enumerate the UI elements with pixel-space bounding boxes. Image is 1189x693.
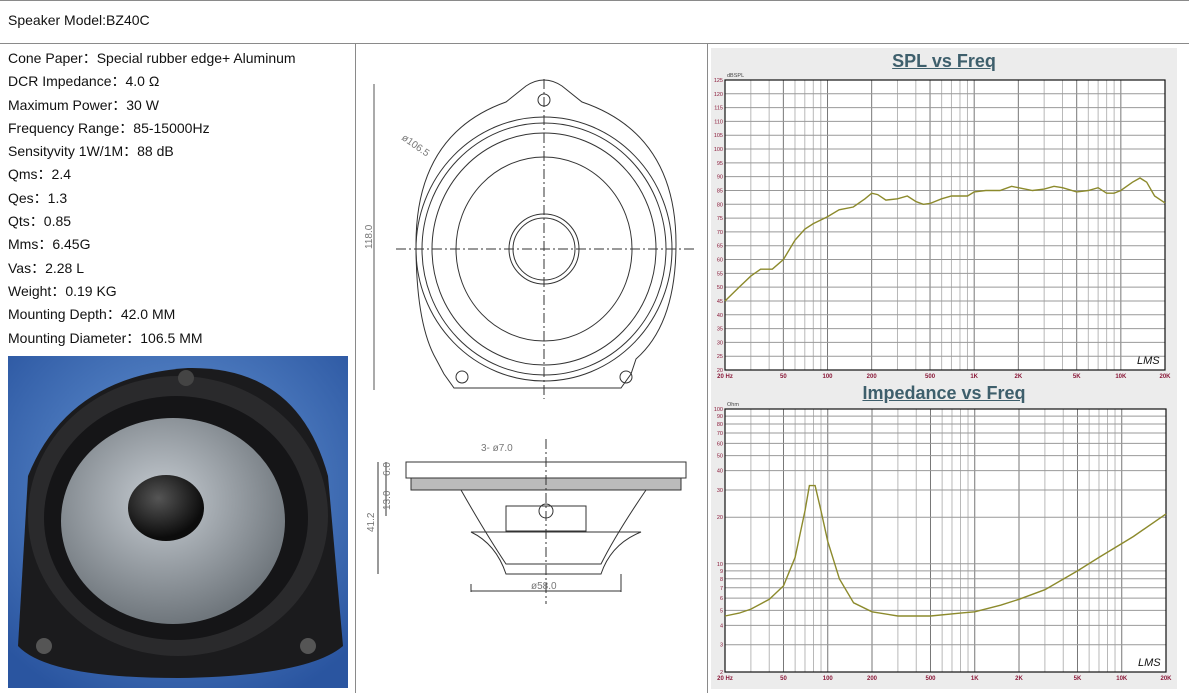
x-tick-label: 500 xyxy=(925,676,936,682)
y-tick-label: 3 xyxy=(720,643,723,649)
y-tick-label: 30 xyxy=(717,340,723,346)
x-tick-label: 1K xyxy=(971,676,979,682)
plot-area xyxy=(725,80,1165,370)
y-tick-label: 75 xyxy=(717,216,723,222)
y-tick-label: 35 xyxy=(717,327,723,333)
y-tick-label: 90 xyxy=(717,414,723,420)
x-tick-label: 1K xyxy=(970,374,978,380)
y-tick-label: 80 xyxy=(717,202,723,208)
y-tick-label: 9 xyxy=(720,569,723,575)
x-tick-label: 100 xyxy=(823,374,834,380)
impedance-chart: 2345678910203040506070809010020 Hz 50 100 2… xyxy=(714,402,1172,682)
x-tick-label: 20 Hz xyxy=(717,676,733,682)
x-tick-label: 200 xyxy=(867,374,878,380)
x-tick-label: 5K xyxy=(1074,676,1082,682)
x-tick-label: 2K xyxy=(1015,676,1023,682)
y-tick-label: 110 xyxy=(714,119,723,125)
y-tick-label: 95 xyxy=(717,161,723,167)
charts: 2025303540455055606570758085909510010511… xyxy=(714,73,1172,682)
y-tick-label: 10 xyxy=(717,562,723,568)
y-tick-label: 8 xyxy=(720,577,723,583)
y-tick-label: 70 xyxy=(717,230,723,236)
x-tick-label: 50 xyxy=(780,374,787,380)
y-tick-label: 7 xyxy=(720,586,723,592)
y-tick-label: 125 xyxy=(714,78,723,84)
y-tick-label: 40 xyxy=(717,469,723,475)
y-tick-label: 115 xyxy=(714,106,723,112)
x-tick-label: 2K xyxy=(1014,374,1022,380)
y-tick-label: 100 xyxy=(714,407,723,413)
y-tick-label: 120 xyxy=(714,92,723,98)
x-tick-label: 5K xyxy=(1073,374,1081,380)
y-tick-label: 6 xyxy=(720,596,723,602)
y-tick-label: 65 xyxy=(717,244,723,250)
lms-watermark: LMS xyxy=(1137,355,1160,367)
y-axis-label: dBSPL xyxy=(727,73,744,79)
y-tick-label: 25 xyxy=(717,354,723,360)
x-tick-label: 200 xyxy=(867,676,878,682)
y-tick-label: 45 xyxy=(717,299,723,305)
y-tick-label: 30 xyxy=(717,488,723,494)
y-tick-label: 40 xyxy=(717,313,723,319)
x-tick-label: 10K xyxy=(1116,676,1128,682)
y-tick-label: 20 xyxy=(717,515,723,521)
x-tick-label: 10K xyxy=(1115,374,1127,380)
y-tick-label: 4 xyxy=(720,623,723,629)
y-tick-label: 5 xyxy=(720,608,723,614)
x-tick-label: 20 Hz xyxy=(717,374,733,380)
x-tick-label: 50 xyxy=(780,676,787,682)
y-tick-label: 50 xyxy=(717,454,723,460)
x-tick-label: 20K xyxy=(1159,374,1171,380)
lms-watermark: LMS xyxy=(1138,657,1161,669)
y-tick-label: 55 xyxy=(717,271,723,277)
y-tick-label: 70 xyxy=(717,431,723,437)
y-tick-label: 85 xyxy=(717,188,723,194)
y-tick-label: 105 xyxy=(714,133,723,139)
y-tick-label: 100 xyxy=(714,147,723,153)
plot-area xyxy=(725,409,1166,672)
x-tick-label: 100 xyxy=(823,676,834,682)
y-tick-label: 80 xyxy=(717,422,723,428)
spl-chart: 2025303540455055606570758085909510010511… xyxy=(714,73,1171,380)
y-tick-label: 60 xyxy=(717,441,723,447)
y-tick-label: 60 xyxy=(717,258,723,264)
x-tick-label: 500 xyxy=(925,374,936,380)
x-tick-label: 20K xyxy=(1160,676,1172,682)
y-axis-label: Ohm xyxy=(727,402,739,408)
y-tick-label: 50 xyxy=(717,285,723,291)
y-tick-label: 90 xyxy=(717,175,723,181)
